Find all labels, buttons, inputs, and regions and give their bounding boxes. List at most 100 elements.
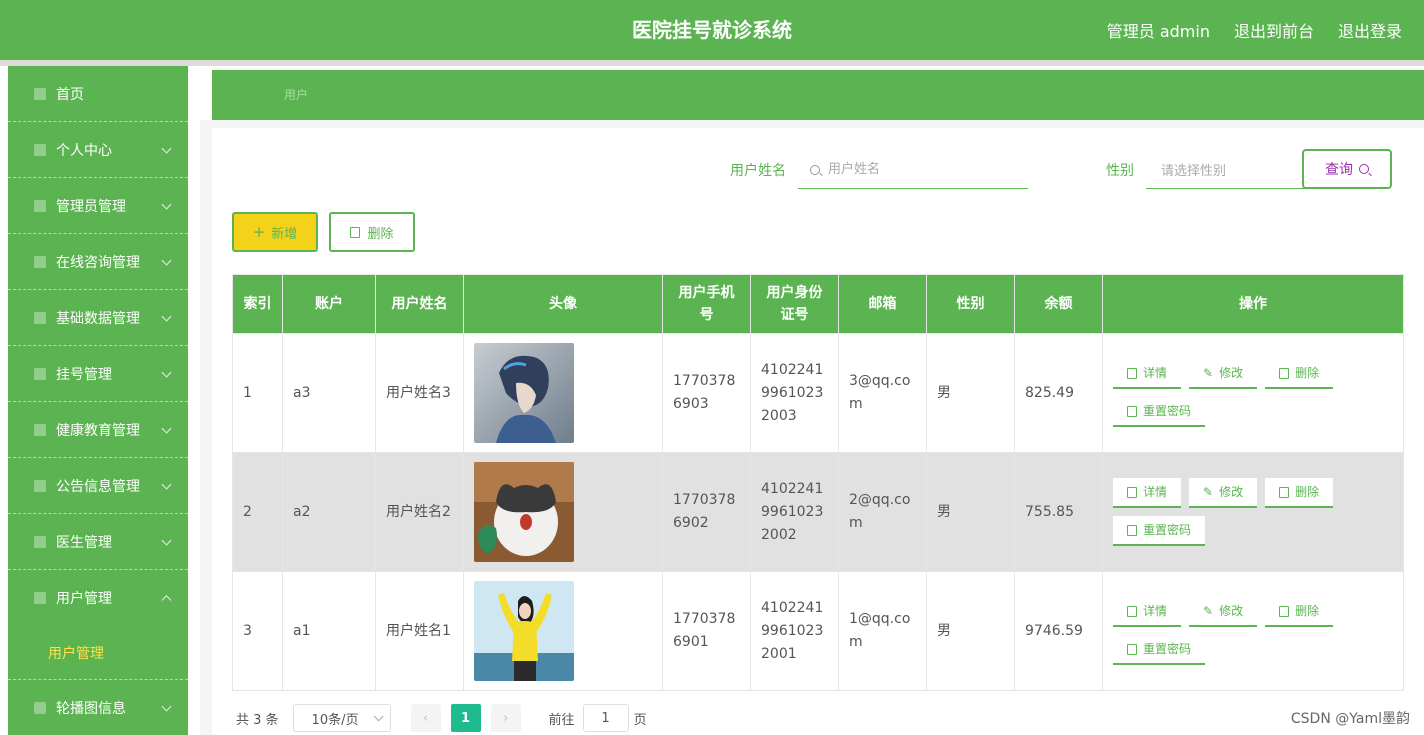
edit-button[interactable]: ✎ 修改 (1189, 597, 1258, 627)
edit-button[interactable]: ✎ 修改 (1189, 478, 1258, 508)
cell-id-card: 410224199610232001 (750, 571, 839, 691)
sidebar-subitem-user-management[interactable]: 用户管理 (8, 626, 188, 680)
chevron-down-icon (161, 311, 172, 322)
delete-label: 删除 (1295, 484, 1320, 499)
sidebar-item-doctor-management[interactable]: 医生管理 (8, 514, 188, 570)
sidebar-item-carousel[interactable]: 轮播图信息 (8, 680, 188, 735)
column-header[interactable]: 邮箱 (838, 274, 927, 334)
document-icon (1127, 405, 1137, 417)
detail-label: 详情 (1143, 484, 1168, 499)
sidebar-item-user-management[interactable]: 用户管理 (8, 570, 188, 626)
delete-label: 删除 (1295, 603, 1320, 618)
cell-operations: 详情 ✎ 修改 删除 重置密码 (1102, 333, 1404, 453)
column-header[interactable]: 余额 (1014, 274, 1103, 334)
add-button[interactable]: + 新增 (232, 212, 318, 252)
chevron-down-icon (161, 255, 172, 266)
sidebar-item-label: 公告信息管理 (56, 478, 140, 495)
sidebar-item-consult-management[interactable]: 在线咨询管理 (8, 234, 188, 290)
pencil-icon: ✎ (1203, 484, 1214, 499)
delete-button[interactable]: 删除 (1265, 597, 1334, 627)
delete-button[interactable]: 删除 (1265, 359, 1334, 389)
sidebar-item-health-education[interactable]: 健康教育管理 (8, 402, 188, 458)
chevron-down-icon (161, 143, 172, 154)
batch-delete-button[interactable]: 删除 (329, 212, 415, 252)
row-actions: 详情 ✎ 修改 删除 重置密码 (1113, 359, 1353, 427)
column-header[interactable]: 用户姓名 (375, 274, 464, 334)
sidebar-item-admin-management[interactable]: 管理员管理 (8, 178, 188, 234)
detail-button[interactable]: 详情 (1113, 478, 1182, 508)
table-row: 1 a3 用户姓名3 17703786903 41022419961023200… (232, 333, 1404, 453)
sidebar-item-label: 在线咨询管理 (56, 254, 140, 271)
reset-label: 重置密码 (1143, 522, 1192, 537)
sidebar-item-notice[interactable]: 公告信息管理 (8, 458, 188, 514)
avatar-image[interactable] (474, 581, 574, 681)
plus-icon: + (252, 223, 266, 241)
query-button[interactable]: 查询 (1302, 149, 1392, 189)
avatar-image[interactable] (474, 462, 574, 562)
sidebar-item-base-data[interactable]: 基础数据管理 (8, 290, 188, 346)
next-page-button[interactable]: › (490, 704, 521, 732)
detail-label: 详情 (1143, 603, 1168, 618)
column-header[interactable]: 用户身份证号 (750, 274, 839, 334)
column-header[interactable]: 性别 (926, 274, 1015, 334)
search-bar: 用户姓名 性别 请选择性别 (730, 150, 1356, 190)
cell-name: 用户姓名1 (375, 571, 464, 691)
goto-page-input[interactable] (582, 704, 629, 732)
name-search-input[interactable] (826, 161, 1010, 178)
breadcrumb-current: 用户 (284, 88, 309, 102)
edit-label: 修改 (1219, 484, 1244, 499)
sidebar-item-personal-center[interactable]: 个人中心 (8, 122, 188, 178)
chevron-down-icon (161, 479, 172, 490)
home-icon (34, 87, 46, 100)
cell-gender: 男 (926, 571, 1015, 691)
trash-icon (1279, 486, 1290, 498)
table-row: 2 a2 用户姓名2 17703786902 41022419961023200… (232, 452, 1404, 572)
reset-password-button[interactable]: 重置密码 (1113, 397, 1206, 427)
reset-password-button[interactable]: 重置密码 (1113, 516, 1206, 546)
sidebar-item-registration[interactable]: 挂号管理 (8, 346, 188, 402)
document-icon (1127, 605, 1137, 617)
back-to-front-link[interactable]: 退出到前台 (1234, 18, 1314, 42)
cell-phone: 17703786903 (662, 333, 751, 453)
pencil-icon: ✎ (1203, 365, 1214, 380)
row-actions: 详情 ✎ 修改 删除 重置密码 (1113, 478, 1353, 546)
detail-button[interactable]: 详情 (1113, 359, 1182, 389)
trash-icon (1279, 605, 1290, 617)
user-table: 索引 账户 用户姓名 头像 用户手机号 用户身份证号 邮箱 性别 余额 操作 1… (232, 274, 1404, 691)
delete-button[interactable]: 删除 (1265, 478, 1334, 508)
logout-link[interactable]: 退出登录 (1338, 18, 1402, 42)
prev-page-button[interactable]: ‹ (410, 704, 441, 732)
sidebar-item-label: 首页 (56, 86, 84, 103)
column-header[interactable]: 用户手机号 (662, 274, 751, 334)
document-icon (1127, 486, 1137, 498)
page-number-current[interactable]: 1 (450, 704, 481, 732)
reset-password-button[interactable]: 重置密码 (1113, 635, 1206, 665)
sidebar-item-label: 轮播图信息 (56, 700, 126, 717)
sidebar-item-label: 挂号管理 (56, 366, 112, 383)
cell-account: a3 (282, 333, 376, 453)
column-header[interactable]: 操作 (1102, 274, 1404, 334)
chevron-down-icon (161, 199, 172, 210)
document-icon (1127, 367, 1137, 379)
page-size-select[interactable]: 10条/页 (292, 704, 391, 732)
edit-button[interactable]: ✎ 修改 (1189, 359, 1258, 389)
chevron-down-icon (161, 423, 172, 434)
doctor-icon (34, 535, 46, 548)
cell-id-card: 410224199610232002 (750, 452, 839, 572)
cell-index: 2 (232, 452, 283, 572)
cell-gender: 男 (926, 452, 1015, 572)
cell-balance: 9746.59 (1014, 571, 1103, 691)
total-count: 共 3 条 (236, 712, 279, 728)
search-icon (810, 164, 820, 175)
column-header[interactable]: 账户 (282, 274, 376, 334)
sidebar-item-home[interactable]: 首页 (8, 66, 188, 122)
user-icon (34, 143, 46, 156)
sidebar-item-label: 个人中心 (56, 142, 112, 159)
column-header[interactable]: 头像 (463, 274, 663, 334)
cell-index: 3 (232, 571, 283, 691)
avatar-image[interactable] (474, 343, 574, 443)
name-filter-field (798, 151, 1028, 189)
detail-button[interactable]: 详情 (1113, 597, 1182, 627)
column-header[interactable]: 索引 (232, 274, 283, 334)
chevron-right-icon: › (502, 710, 509, 726)
